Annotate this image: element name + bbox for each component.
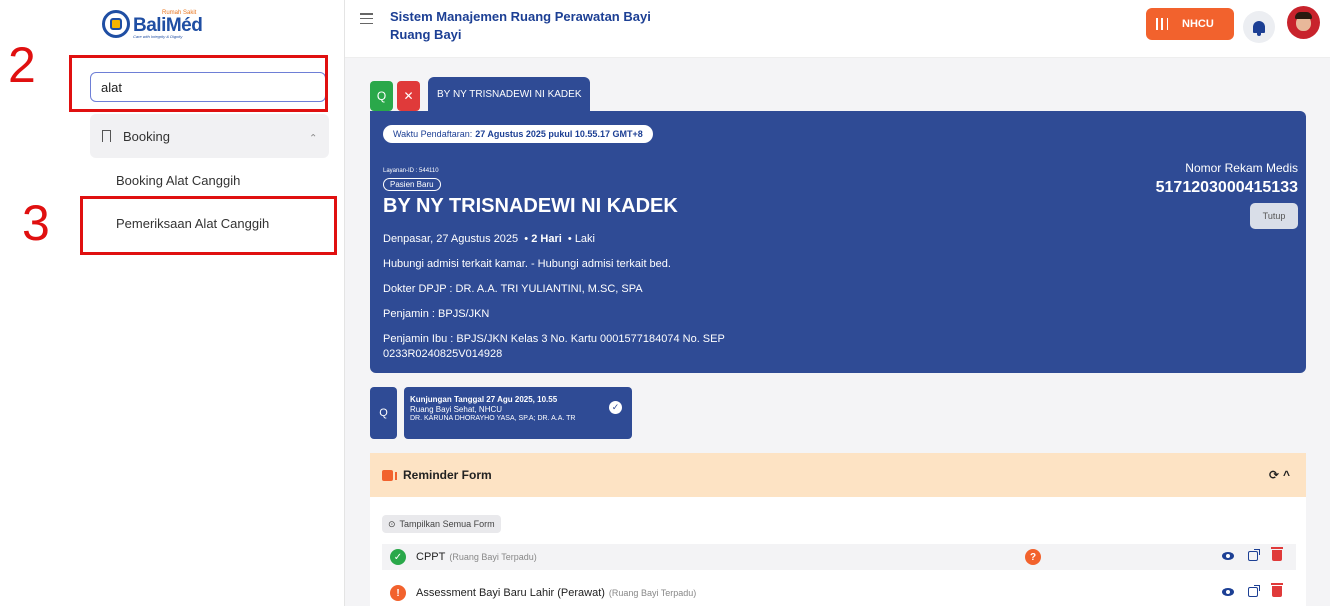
- chevron-up-icon: ⌄: [308, 130, 317, 142]
- patient-tabs: Q ✕ BY NY TRISNADEWI NI KADEK: [370, 77, 591, 111]
- menu-group-booking[interactable]: Booking ⌄: [90, 114, 329, 158]
- status-done-icon: ✓: [390, 549, 406, 565]
- hamburger-menu-icon[interactable]: [360, 13, 373, 24]
- form-row[interactable]: ✓ CPPT (Ruang Bayi Terpadu) ?: [382, 544, 1296, 570]
- registration-time: 27 Agustus 2025 pukul 10.55.17 GMT+8: [475, 129, 643, 139]
- open-external-icon[interactable]: [1248, 584, 1260, 597]
- main-content: Q ✕ BY NY TRISNADEWI NI KADEK Waktu Pend…: [345, 58, 1330, 606]
- help-icon[interactable]: ?: [1025, 549, 1041, 565]
- visit-row: Q Kunjungan Tanggal 27 Agu 2025, 10.55 R…: [370, 387, 632, 439]
- birth-place-date: Denpasar, 27 Agustus 2025: [383, 233, 519, 245]
- search-patient-button[interactable]: Q: [370, 81, 393, 111]
- mother-guarantor-line1: Penjamin Ibu : BPJS/JKN Kelas 3 No. Kart…: [383, 333, 725, 345]
- view-icon[interactable]: [1222, 587, 1234, 596]
- reminder-header[interactable]: Reminder Form ⟳^: [370, 453, 1306, 497]
- user-avatar[interactable]: [1287, 6, 1320, 39]
- patient-card: Waktu Pendaftaran: 27 Agustus 2025 pukul…: [370, 111, 1306, 373]
- medical-record-label: Nomor Rekam Medis: [1185, 161, 1298, 175]
- patient-age: 2 Hari: [531, 233, 562, 245]
- close-tabs-button[interactable]: ✕: [397, 81, 420, 111]
- form-unit: (Ruang Bayi Terpadu): [449, 552, 537, 562]
- admission-note: Hubungi admisi terkait kamar. - Hubungi …: [383, 258, 671, 270]
- tab-patient[interactable]: BY NY TRISNADEWI NI KADEK: [428, 77, 591, 111]
- visit-title: Kunjungan Tanggal 27 Agu 2025, 10.55: [410, 395, 558, 404]
- reminder-form-panel: Reminder Form ⟳^ ⊙ Tampilkan Semua Form …: [370, 453, 1306, 606]
- guarantor: Penjamin : BPJS/JKN: [383, 308, 490, 320]
- form-unit: (Ruang Bayi Terpadu): [608, 588, 697, 598]
- patient-name: BY NY TRISNADEWI NI KADEK: [383, 195, 678, 217]
- submenu-booking-alat-canggih[interactable]: Booking Alat Canggih: [116, 173, 240, 188]
- top-header: Sistem Manajemen Ruang Perawatan Bayi Ru…: [345, 0, 1330, 58]
- logo-main-text: BaliMéd: [133, 14, 203, 36]
- unit-label: NHCU: [1182, 18, 1214, 30]
- unit-select-button[interactable]: NHCU: [1146, 8, 1234, 40]
- menu-group-label: Booking: [123, 128, 170, 144]
- page-title: Sistem Manajemen Ruang Perawatan Bayi: [390, 9, 651, 24]
- annotation-step-3: 3: [22, 195, 50, 251]
- check-circle-icon: ⊙: [388, 518, 396, 529]
- doctor-dpjp: Dokter DPJP : DR. A.A. TRI YULIANTINI, M…: [383, 283, 643, 295]
- search-icon: Q: [379, 407, 388, 419]
- check-icon: ✓: [609, 401, 622, 414]
- status-warning-icon: !: [390, 585, 406, 601]
- close-patient-button[interactable]: Tutup: [1250, 203, 1298, 229]
- form-name: CPPT: [416, 551, 446, 563]
- visit-doctors: DR. KARUNA DHORAYHO YASA, SP.A; DR. A.A.…: [410, 415, 576, 422]
- delete-icon[interactable]: [1271, 547, 1283, 561]
- form-name: Assessment Bayi Baru Lahir (Perawat): [416, 587, 605, 599]
- show-all-label: Tampilkan Semua Form: [399, 519, 495, 529]
- page-subtitle: Ruang Bayi: [390, 27, 462, 42]
- annotation-box-search: [69, 55, 328, 112]
- logo-tagline: Care with Integrity & Dignity: [133, 33, 183, 39]
- balimed-logo[interactable]: Rumah Sakit BaliMéd Care with Integrity …: [102, 6, 212, 42]
- mother-guarantor-line2: 0233R0240825V014928: [383, 348, 503, 360]
- visit-card[interactable]: Kunjungan Tanggal 27 Agu 2025, 10.55 Rua…: [404, 387, 632, 439]
- sliders-icon: [1156, 18, 1168, 30]
- patient-birth-info: Denpasar, 27 Agustus 2025 • 2 Hari • Lak…: [383, 233, 595, 245]
- patient-gender: Laki: [574, 233, 595, 245]
- registration-time-pill: Waktu Pendaftaran: 27 Agustus 2025 pukul…: [383, 125, 653, 143]
- refresh-collapse-icons[interactable]: ⟳^: [1269, 468, 1294, 482]
- show-all-forms-button[interactable]: ⊙ Tampilkan Semua Form: [382, 515, 501, 533]
- layanan-id: Layanan-ID : 544110: [383, 168, 439, 174]
- bookmark-icon: [102, 130, 111, 145]
- medical-record-number: 5171203000415133: [1155, 179, 1298, 196]
- open-external-icon[interactable]: [1248, 548, 1260, 561]
- delete-icon[interactable]: [1271, 583, 1283, 597]
- visit-room: Ruang Bayi Sehat, NHCU: [410, 405, 503, 414]
- notification-button[interactable]: [1243, 11, 1275, 43]
- close-icon: ✕: [403, 89, 414, 103]
- registration-label: Waktu Pendaftaran:: [393, 129, 473, 139]
- app-root: Rumah Sakit BaliMéd Care with Integrity …: [0, 0, 1330, 606]
- form-icon: [382, 469, 397, 481]
- search-icon: Q: [376, 89, 387, 103]
- patient-status-badge: Pasien Baru: [383, 178, 441, 191]
- annotation-box-menu: [80, 196, 337, 255]
- visit-search-button[interactable]: Q: [370, 387, 397, 439]
- annotation-step-2: 2: [8, 37, 36, 93]
- reminder-title: Reminder Form: [403, 468, 492, 482]
- view-icon[interactable]: [1222, 551, 1234, 560]
- form-row[interactable]: ! Assessment Bayi Baru Lahir (Perawat) (…: [382, 580, 1296, 606]
- bell-icon: [1253, 21, 1265, 36]
- logo-icon: [102, 10, 130, 38]
